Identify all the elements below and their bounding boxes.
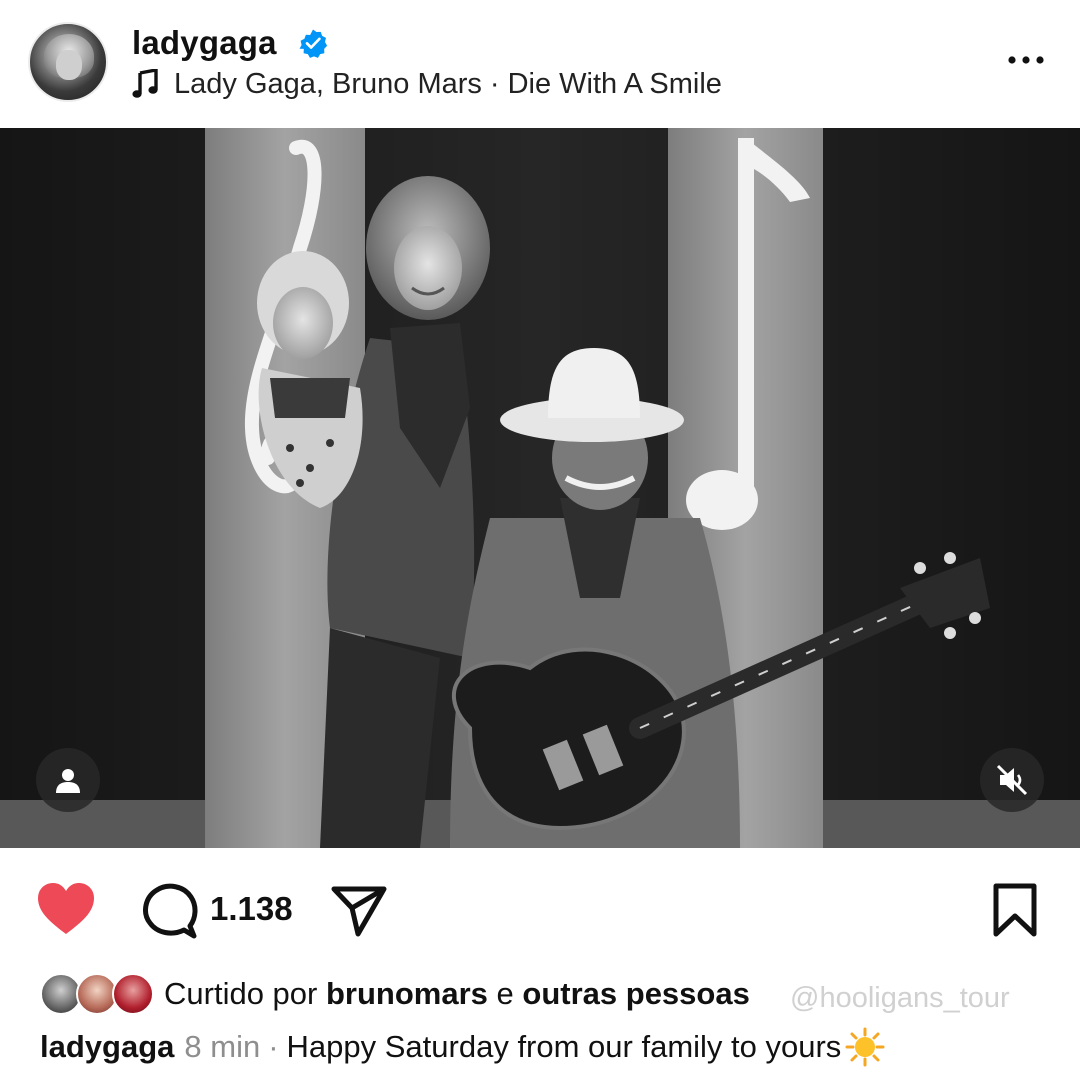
liker-avatar [112, 973, 154, 1015]
post-header: ladygaga Lady Gaga, Bruno Mars · Die Wit… [0, 0, 1080, 128]
caption-username[interactable]: ladygaga [40, 1029, 174, 1065]
mute-toggle-button[interactable] [980, 748, 1044, 812]
music-info[interactable]: Lady Gaga, Bruno Mars · Die With A Smile [132, 66, 722, 102]
profile-avatar[interactable] [28, 22, 108, 102]
music-separator: · [489, 67, 500, 100]
watermark: @hooligans_tour [790, 982, 1010, 1014]
person-icon [56, 769, 80, 793]
liked-by-prefix: Curtido por [164, 976, 318, 1011]
music-artists: Lady Gaga, Bruno Mars [174, 67, 482, 100]
music-note-icon [132, 69, 158, 98]
avatar-face [56, 50, 82, 80]
post-time: 8 min [184, 1029, 261, 1064]
heart-icon[interactable] [36, 882, 96, 936]
more-options-icon[interactable] [1006, 48, 1046, 72]
post-username[interactable]: ladygaga [132, 24, 277, 62]
muted-speaker-icon [996, 764, 1028, 796]
verified-badge-icon [299, 29, 328, 58]
post-image[interactable] [0, 128, 1080, 848]
post-actions: 1.138 [0, 848, 1080, 968]
bookmark-icon[interactable] [990, 882, 1040, 938]
caption-text: Happy Saturday from our family to yours [286, 1029, 842, 1064]
sun-emoji-icon [845, 1027, 885, 1067]
liked-by-row[interactable]: Curtido por brunomars e outras pessoas [40, 966, 750, 1022]
comment-count[interactable]: 1.138 [210, 890, 293, 928]
caption: ladygaga 8 min · Happy Saturday from our… [40, 1022, 885, 1072]
tagged-people-button[interactable] [36, 748, 100, 812]
caption-separator: · [268, 1029, 279, 1064]
post-photo-scene [0, 128, 1080, 848]
liked-by-user[interactable]: brunomars [326, 976, 488, 1012]
share-icon[interactable] [330, 884, 388, 938]
liked-by-others[interactable]: outras pessoas [522, 976, 749, 1012]
liked-by-connector: e [496, 976, 514, 1011]
comment-icon[interactable] [140, 882, 198, 940]
liker-avatars [40, 971, 154, 1017]
music-song-title: Die With A Smile [507, 67, 722, 100]
